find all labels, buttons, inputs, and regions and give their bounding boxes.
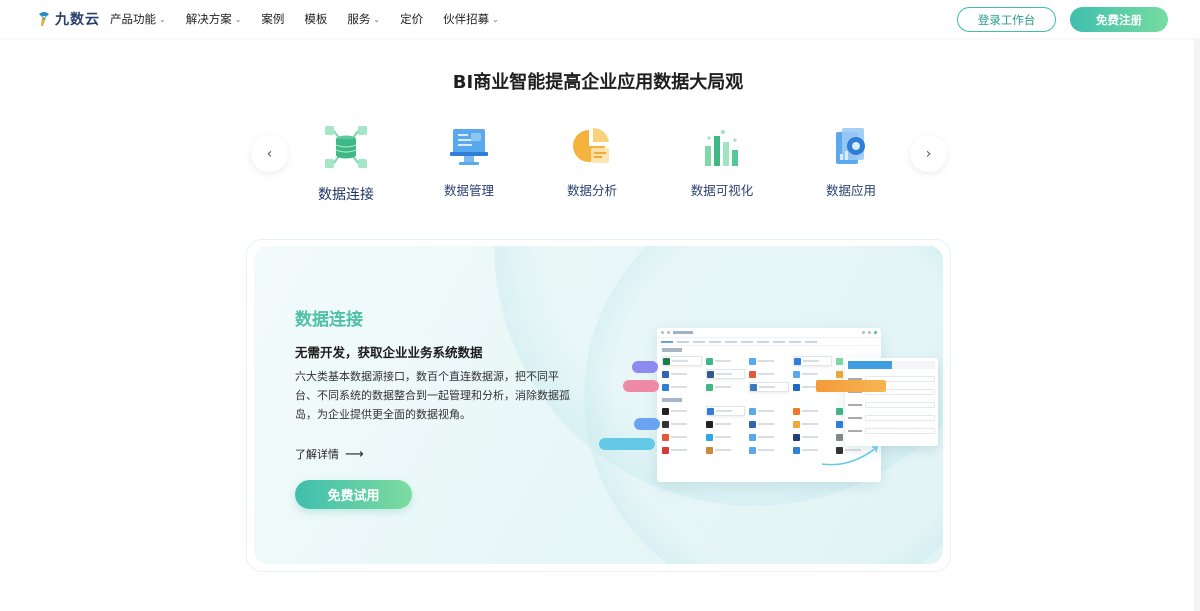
brand-logo[interactable]: 九数云 [37, 10, 100, 28]
card-description: 六大类基本数据源接口，数百个直连数据源，把不同平台、不同系统的数据整合到一起管理… [295, 370, 570, 421]
menu-item-products[interactable]: 产品功能 ⌄ [110, 11, 166, 27]
login-workspace-button[interactable]: 登录工作台 [957, 7, 1056, 32]
main-menu: 产品功能 ⌄ 解决方案 ⌄ 案例 模板 服务 ⌄ 定价 伙伴招募 ⌄ [110, 11, 519, 27]
free-trial-button[interactable]: 免费试用 [295, 480, 412, 509]
feature-tab-data-management[interactable]: 数据管理 [419, 124, 519, 199]
logo-mark-icon [39, 12, 49, 26]
feature-label: 数据分析 [566, 183, 617, 198]
menu-item-solutions[interactable]: 解决方案 ⌄ [186, 11, 242, 27]
curved-arrow-icon [821, 446, 878, 466]
category-tag-decoration [634, 418, 660, 430]
category-tag-decoration [623, 380, 659, 392]
arrow-right-icon: ⟶ [345, 446, 364, 462]
menu-item-label: 定价 [400, 12, 424, 26]
carousel-prev-button[interactable]: ‹ [251, 135, 288, 172]
data-analysis-icon [573, 127, 609, 163]
menu-item-label: 解决方案 [185, 12, 232, 26]
feature-label: 数据管理 [443, 183, 494, 198]
brand-name: 九数云 [55, 12, 100, 28]
learn-more-link[interactable]: 了解详情 ⟶ [295, 446, 364, 462]
menu-item-pricing[interactable]: 定价 [400, 11, 423, 27]
mock-tab-strip [657, 338, 881, 346]
chevron-down-icon: ⌄ [234, 14, 242, 24]
top-navbar: 九数云 产品功能 ⌄ 解决方案 ⌄ 案例 模板 服务 ⌄ 定价 伙伴招募 ⌄ 登录工作台… [0, 0, 1200, 38]
menu-item-label: 案例 [261, 12, 285, 26]
mock-settings-panel [845, 358, 938, 446]
free-register-button[interactable]: 免费注册 [1070, 7, 1168, 32]
carousel-next-button[interactable]: › [910, 135, 947, 172]
menu-item-label: 服务 [347, 12, 371, 26]
feature-tab-data-application[interactable]: 数据应用 [801, 124, 901, 199]
chevron-down-icon: ⌄ [492, 14, 499, 24]
learn-more-label: 了解详情 [295, 448, 339, 461]
data-application-icon [836, 128, 865, 164]
menu-item-partners[interactable]: 伙伴招募 ⌄ [443, 11, 499, 27]
bar-chart-icon [705, 130, 738, 166]
database-connect-icon [325, 126, 367, 168]
feature-tab-data-connect[interactable]: 数据连接 [296, 124, 396, 204]
feature-label: 数据应用 [825, 183, 876, 198]
data-management-icon [450, 129, 488, 165]
menu-item-services[interactable]: 服务 ⌄ [347, 11, 380, 27]
mock-window-bar [657, 328, 881, 338]
menu-item-cases[interactable]: 案例 [261, 11, 284, 27]
card-subtitle: 无需开发，获取企业业务系统数据 [295, 345, 483, 360]
category-tag-decoration [632, 361, 658, 373]
page-scrollbar[interactable] [1194, 38, 1200, 611]
menu-item-label: 模板 [304, 12, 328, 26]
chevron-right-icon: › [925, 145, 932, 162]
feature-label: 数据连接 [318, 187, 374, 203]
card-title: 数据连接 [295, 310, 363, 330]
chevron-down-icon: ⌄ [159, 14, 166, 24]
chevron-left-icon: ‹ [266, 145, 273, 162]
menu-item-label: 伙伴招募 [443, 12, 490, 26]
feature-tab-data-analysis[interactable]: 数据分析 [542, 124, 642, 199]
feature-tab-data-visualization[interactable]: 数据可视化 [672, 124, 772, 199]
menu-item-templates[interactable]: 模板 [304, 11, 327, 27]
section-title: BI商业智能提高企业应用数据大局观 [452, 72, 744, 93]
feature-label: 数据可视化 [690, 183, 754, 198]
sync-tag-decoration [816, 380, 886, 392]
menu-item-label: 产品功能 [110, 12, 156, 26]
category-tag-decoration [599, 438, 655, 450]
chevron-down-icon: ⌄ [373, 14, 381, 24]
